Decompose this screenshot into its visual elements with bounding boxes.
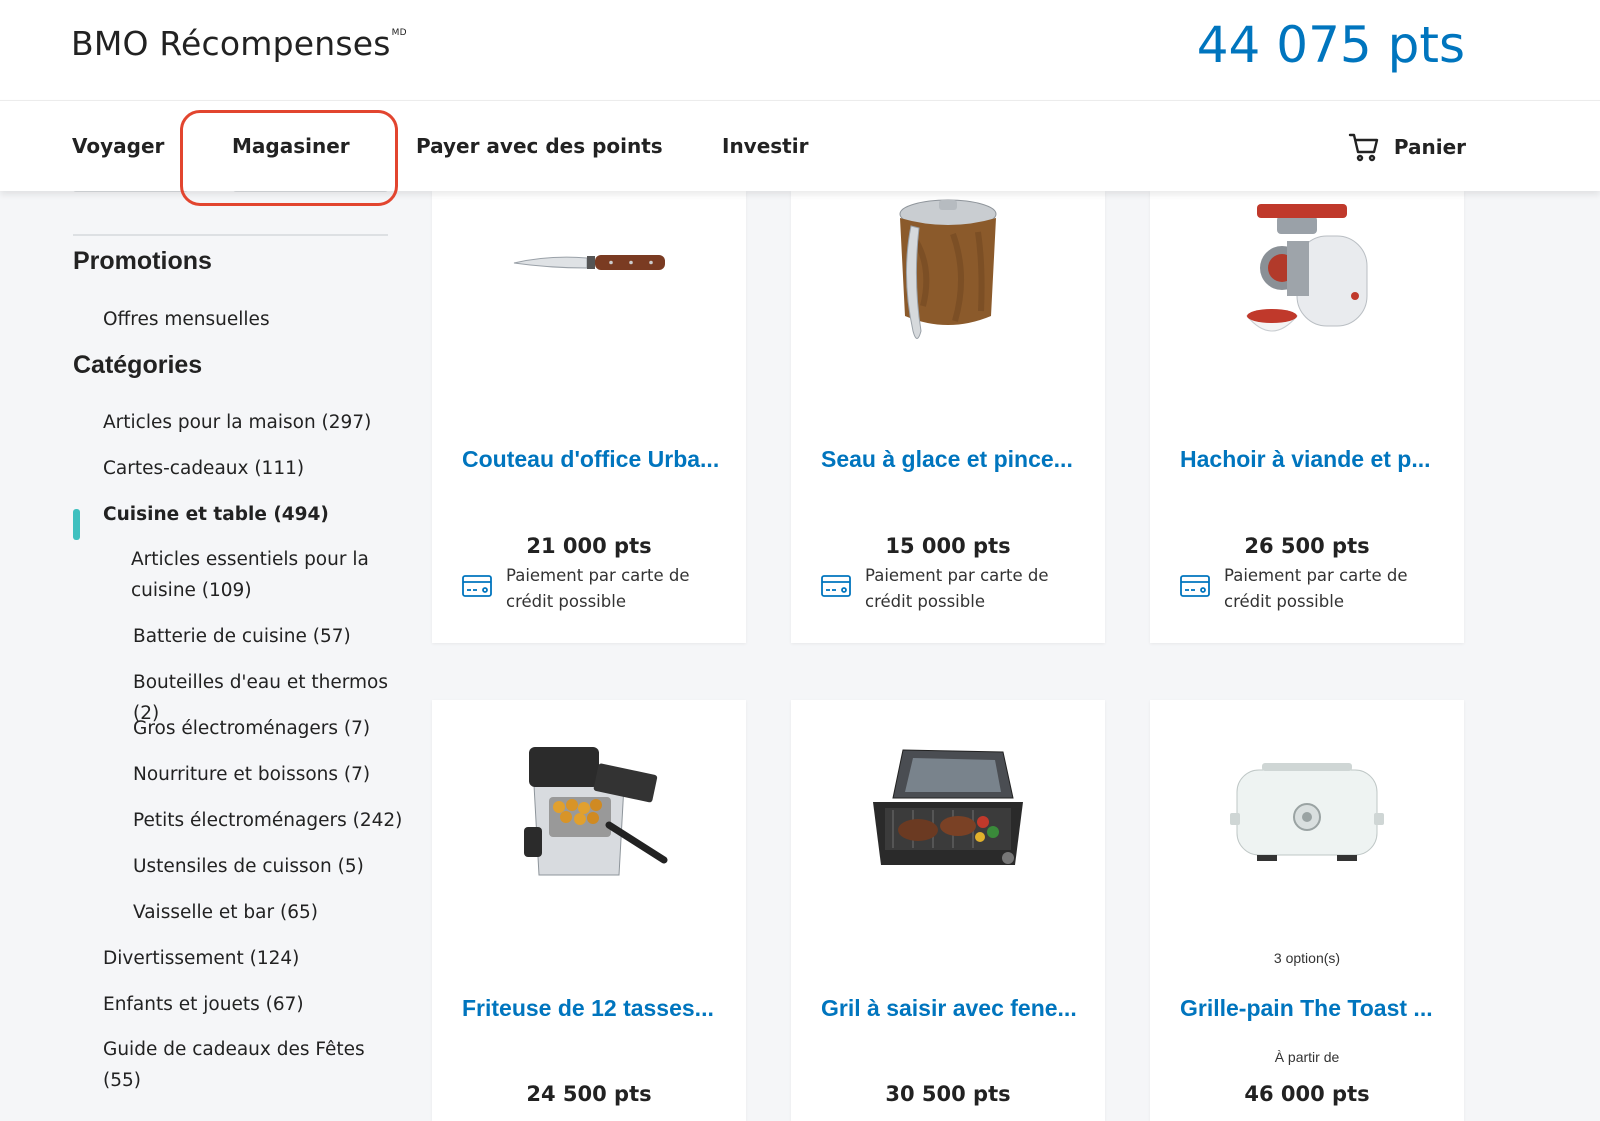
sidebar-subitem-gros-electromenagers[interactable]: Gros électroménagers (7)	[133, 713, 370, 744]
credit-card-payment-text: Paiement par carte de crédit possible	[865, 566, 1049, 611]
brand-trademark: MD	[391, 28, 407, 38]
sidebar-divider	[73, 234, 388, 236]
cart-label: Panier	[1393, 135, 1466, 159]
product-price: 24 500 pts	[526, 1082, 652, 1106]
nav-investir[interactable]: Investir	[722, 134, 808, 158]
cart-button[interactable]: Panier	[1348, 131, 1466, 163]
sidebar-subitem-batterie[interactable]: Batterie de cuisine (57)	[133, 621, 351, 652]
nav-payer-avec-des-points[interactable]: Payer avec des points	[416, 134, 663, 158]
active-category-indicator	[73, 509, 80, 540]
fryer-image	[432, 725, 746, 905]
promotions-heading: Promotions	[73, 247, 212, 275]
credit-card-icon	[821, 575, 851, 597]
product-card[interactable]: Hachoir à viande et p... 26 500 pts Paie…	[1150, 191, 1464, 643]
sidebar-subitem-articles-essentiels[interactable]: Articles essentiels pour la cuisine (109…	[131, 544, 391, 606]
product-price: 26 500 pts	[1244, 534, 1370, 558]
credit-card-payment-text: Paiement par carte de crédit possible	[1224, 566, 1408, 611]
brand-logo[interactable]: BMO RécompensesMD	[71, 24, 407, 63]
ice-bucket-image	[791, 191, 1105, 361]
collapsed-filter-edge	[73, 189, 403, 195]
credit-card-payment-note: Paiement par carte de crédit possible	[1180, 563, 1450, 615]
sidebar-subitem-petits-electromenagers[interactable]: Petits électroménagers (242)	[133, 805, 402, 836]
nav-voyager[interactable]: Voyager	[72, 134, 164, 158]
product-title[interactable]: Seau à glace et pince...	[821, 446, 1081, 473]
price-from-label: À partir de	[1274, 1049, 1340, 1065]
brand-name: BMO Récompenses	[71, 24, 391, 63]
sidebar-item-guide-cadeaux[interactable]: Guide de cadeaux des Fêtes (55)	[103, 1034, 383, 1096]
nav-magasiner[interactable]: Magasiner	[232, 134, 350, 158]
sidebar-subitem-vaisselle[interactable]: Vaisselle et bar (65)	[133, 897, 318, 928]
sidebar-item-cuisine-et-table[interactable]: Cuisine et table (494)	[103, 499, 329, 530]
product-card[interactable]: Gril à saisir avec fene... 30 500 pts	[791, 700, 1105, 1121]
sidebar-subitem-ustensiles[interactable]: Ustensiles de cuisson (5)	[133, 851, 364, 882]
product-card[interactable]: Friteuse de 12 tasses... 24 500 pts	[432, 700, 746, 1121]
points-balance[interactable]: 44 075 pts	[1197, 16, 1465, 74]
sidebar-subitem-nourriture[interactable]: Nourriture et boissons (7)	[133, 759, 370, 790]
knife-image	[432, 191, 746, 331]
product-title[interactable]: Gril à saisir avec fene...	[821, 995, 1081, 1022]
credit-card-payment-note: Paiement par carte de crédit possible	[821, 563, 1091, 615]
sidebar-item-cartes-cadeaux[interactable]: Cartes-cadeaux (111)	[103, 453, 304, 484]
credit-card-icon	[1180, 575, 1210, 597]
sidebar: Promotions Offres mensuelles Catégories …	[0, 189, 420, 1121]
toaster-image	[1150, 725, 1464, 905]
main-nav: Voyager Magasiner Payer avec des points …	[0, 100, 1600, 191]
product-price: 30 500 pts	[885, 1082, 1011, 1106]
cart-icon	[1348, 133, 1379, 162]
credit-card-icon	[462, 575, 492, 597]
product-card[interactable]: Seau à glace et pince... 15 000 pts Paie…	[791, 191, 1105, 643]
product-title[interactable]: Grille-pain The Toast ...	[1180, 995, 1440, 1022]
product-price: 46 000 pts	[1244, 1082, 1370, 1106]
product-title[interactable]: Friteuse de 12 tasses...	[462, 995, 722, 1022]
product-title[interactable]: Couteau d'office Urba...	[462, 446, 722, 473]
credit-card-payment-text: Paiement par carte de crédit possible	[506, 566, 690, 611]
product-price: 21 000 pts	[526, 534, 652, 558]
credit-card-payment-note: Paiement par carte de crédit possible	[462, 563, 732, 615]
meat-grinder-image	[1150, 191, 1464, 361]
top-header: BMO RécompensesMD 44 075 pts	[0, 0, 1600, 100]
sidebar-item-articles-maison[interactable]: Articles pour la maison (297)	[103, 407, 371, 438]
product-card[interactable]: 3 option(s) Grille-pain The Toast ... À …	[1150, 700, 1464, 1121]
categories-heading: Catégories	[73, 351, 203, 379]
sidebar-item-offres-mensuelles[interactable]: Offres mensuelles	[103, 304, 270, 335]
product-title[interactable]: Hachoir à viande et p...	[1180, 446, 1440, 473]
sidebar-item-enfants-jouets[interactable]: Enfants et jouets (67)	[103, 989, 304, 1020]
product-price: 15 000 pts	[885, 534, 1011, 558]
product-card[interactable]: Couteau d'office Urba... 21 000 pts Paie…	[432, 191, 746, 643]
sidebar-item-divertissement[interactable]: Divertissement (124)	[103, 943, 299, 974]
product-options-count: 3 option(s)	[1273, 950, 1341, 966]
grill-image	[791, 725, 1105, 905]
